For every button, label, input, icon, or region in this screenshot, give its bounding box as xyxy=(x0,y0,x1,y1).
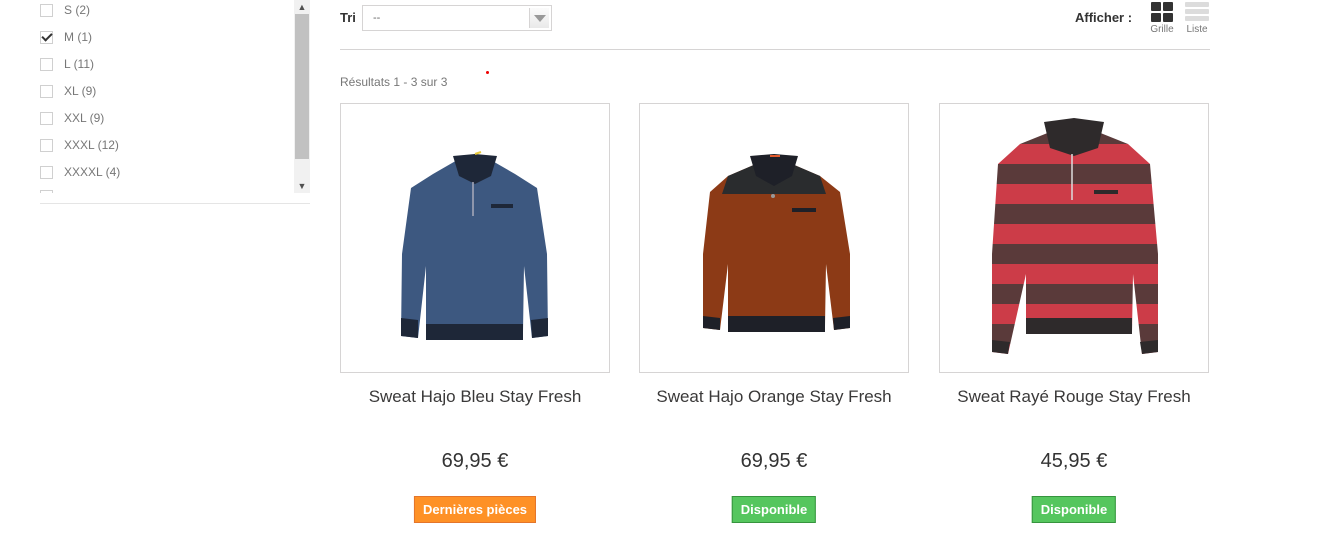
filter-option-m[interactable]: M (1) xyxy=(40,27,92,47)
sweater-red-striped-image xyxy=(992,118,1158,354)
grid-view-label: Grille xyxy=(1150,24,1174,35)
filter-option-label: XXXL (12) xyxy=(64,138,119,152)
filter-option-l[interactable]: L (11) xyxy=(40,54,94,74)
filter-option-label: XXL (9) xyxy=(64,111,105,125)
scroll-down-arrow-icon[interactable]: ▼ xyxy=(294,179,310,193)
availability-badge: Disponible xyxy=(1031,496,1117,523)
filter-option-label: S (2) xyxy=(64,3,91,17)
filter-checkbox[interactable] xyxy=(40,138,53,152)
filter-checkbox[interactable] xyxy=(40,57,53,71)
filter-checkbox[interactable] xyxy=(40,3,53,17)
scrollbar-thumb[interactable] xyxy=(295,14,309,159)
filter-scrollbar[interactable]: ▲ ▼ xyxy=(294,0,310,193)
filter-checkbox[interactable] xyxy=(40,111,53,125)
product-image[interactable] xyxy=(340,103,610,373)
decorative-dot xyxy=(486,71,489,74)
sweater-orange-image xyxy=(703,154,850,332)
grid-view-button[interactable]: Grille xyxy=(1147,2,1177,35)
display-mode-label: Afficher : xyxy=(1075,10,1133,25)
filter-option-xl[interactable]: XL (9) xyxy=(40,81,96,101)
list-icon xyxy=(1185,2,1209,22)
filter-checkbox-checked[interactable] xyxy=(40,30,53,44)
product-price: 69,95 € xyxy=(740,450,808,472)
filter-option-label: XXXXL (4) xyxy=(64,165,121,179)
sort-select[interactable]: -- xyxy=(362,5,552,31)
scroll-up-arrow-icon[interactable]: ▲ xyxy=(294,0,310,14)
size-filter-panel: S (2) M (1) L (11) XL (9) XXL (9) XXXL (… xyxy=(40,0,310,193)
list-view-label: Liste xyxy=(1186,24,1208,35)
product-image[interactable] xyxy=(639,103,909,373)
filter-option-label: M (1) xyxy=(64,30,92,44)
product-name[interactable]: Sweat Hajo Bleu Stay Fresh xyxy=(340,387,610,407)
product-card: Sweat Hajo Bleu Stay Fresh 69,95 € Derni… xyxy=(340,103,610,523)
product-name[interactable]: Sweat Rayé Rouge Stay Fresh xyxy=(939,387,1209,407)
availability-badge: Disponible xyxy=(731,496,817,523)
product-card: Sweat Rayé Rouge Stay Fresh 45,95 € Disp… xyxy=(939,103,1209,523)
filter-option-label: L (11) xyxy=(64,57,95,71)
results-count: Résultats 1 - 3 sur 3 xyxy=(340,75,448,89)
toolbar-divider xyxy=(340,49,1210,50)
product-image[interactable] xyxy=(939,103,1209,373)
availability-badge: Dernières pièces xyxy=(413,496,537,523)
filter-option-label: XL (9) xyxy=(64,84,97,98)
list-view-button[interactable]: Liste xyxy=(1182,2,1212,35)
product-price: 45,95 € xyxy=(1040,450,1108,472)
filter-checkbox xyxy=(40,189,53,193)
product-name[interactable]: Sweat Hajo Orange Stay Fresh xyxy=(639,387,909,407)
filter-option-s[interactable]: S (2) xyxy=(40,0,90,20)
grid-icon xyxy=(1151,2,1173,22)
sweater-blue-image xyxy=(401,151,548,340)
filter-option-xxl[interactable]: XXL (9) xyxy=(40,108,104,128)
product-price: 69,95 € xyxy=(441,450,509,472)
filter-option-partial xyxy=(40,186,64,193)
sort-select-value: -- xyxy=(373,12,381,24)
chevron-down-icon[interactable] xyxy=(529,8,549,28)
filter-option-xxxl[interactable]: XXXL (12) xyxy=(40,135,119,155)
filter-checkbox[interactable] xyxy=(40,84,53,98)
filter-option-xxxxl[interactable]: XXXXL (4) xyxy=(40,162,120,182)
product-card: Sweat Hajo Orange Stay Fresh 69,95 € Dis… xyxy=(639,103,909,523)
filter-divider xyxy=(40,203,310,204)
sort-label: Tri xyxy=(340,10,356,25)
filter-checkbox[interactable] xyxy=(40,165,53,179)
